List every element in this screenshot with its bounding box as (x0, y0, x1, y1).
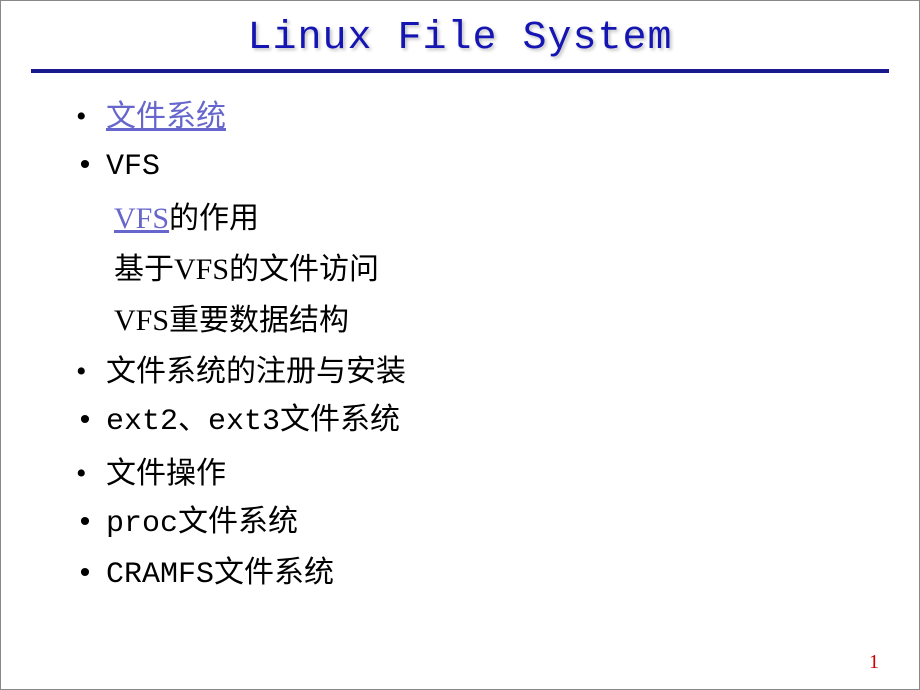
bullet-item-fileop: 文件操作 (76, 448, 919, 499)
text-vfs-access: 基于VFS的文件访问 (114, 253, 379, 286)
slide-title: Linux File System (1, 16, 919, 61)
page-number: 1 (869, 651, 879, 674)
text-fileop: 文件操作 (106, 457, 226, 490)
content-list: 文件系统 VFS VFS的作用 基于VFS的文件访问 VFS重要数据结构 文件系… (1, 91, 919, 601)
sub-item-vfs-access: 基于VFS的文件访问 (76, 244, 919, 295)
bullet-item-ext: ext2、ext3文件系统 (76, 397, 919, 448)
bullet-item-proc: proc文件系统 (76, 499, 919, 550)
sub-item-vfs-struct: VFS重要数据结构 (76, 295, 919, 346)
title-divider (1, 69, 919, 73)
text-register: 文件系统的注册与安装 (106, 355, 406, 388)
link-filesystem[interactable]: 文件系统 (106, 100, 226, 133)
text-proc: proc文件系统 (106, 507, 298, 541)
text-ext: ext2、ext3文件系统 (106, 405, 400, 439)
text-vfs-role: 的作用 (169, 202, 259, 235)
bullet-item-register: 文件系统的注册与安装 (76, 346, 919, 397)
sub-item-vfs-role: VFS的作用 (76, 193, 919, 244)
text-vfs-struct: VFS重要数据结构 (114, 304, 349, 337)
bullet-item-filesystem: 文件系统 (76, 91, 919, 142)
bullet-item-vfs: VFS (76, 142, 919, 193)
text-cramfs: CRAMFS文件系统 (106, 558, 334, 592)
text-vfs: VFS (106, 150, 160, 184)
bullet-item-cramfs: CRAMFS文件系统 (76, 550, 919, 601)
slide-container: Linux File System 文件系统 VFS VFS的作用 基于VFS的… (1, 1, 919, 689)
link-vfs[interactable]: VFS (114, 202, 169, 235)
